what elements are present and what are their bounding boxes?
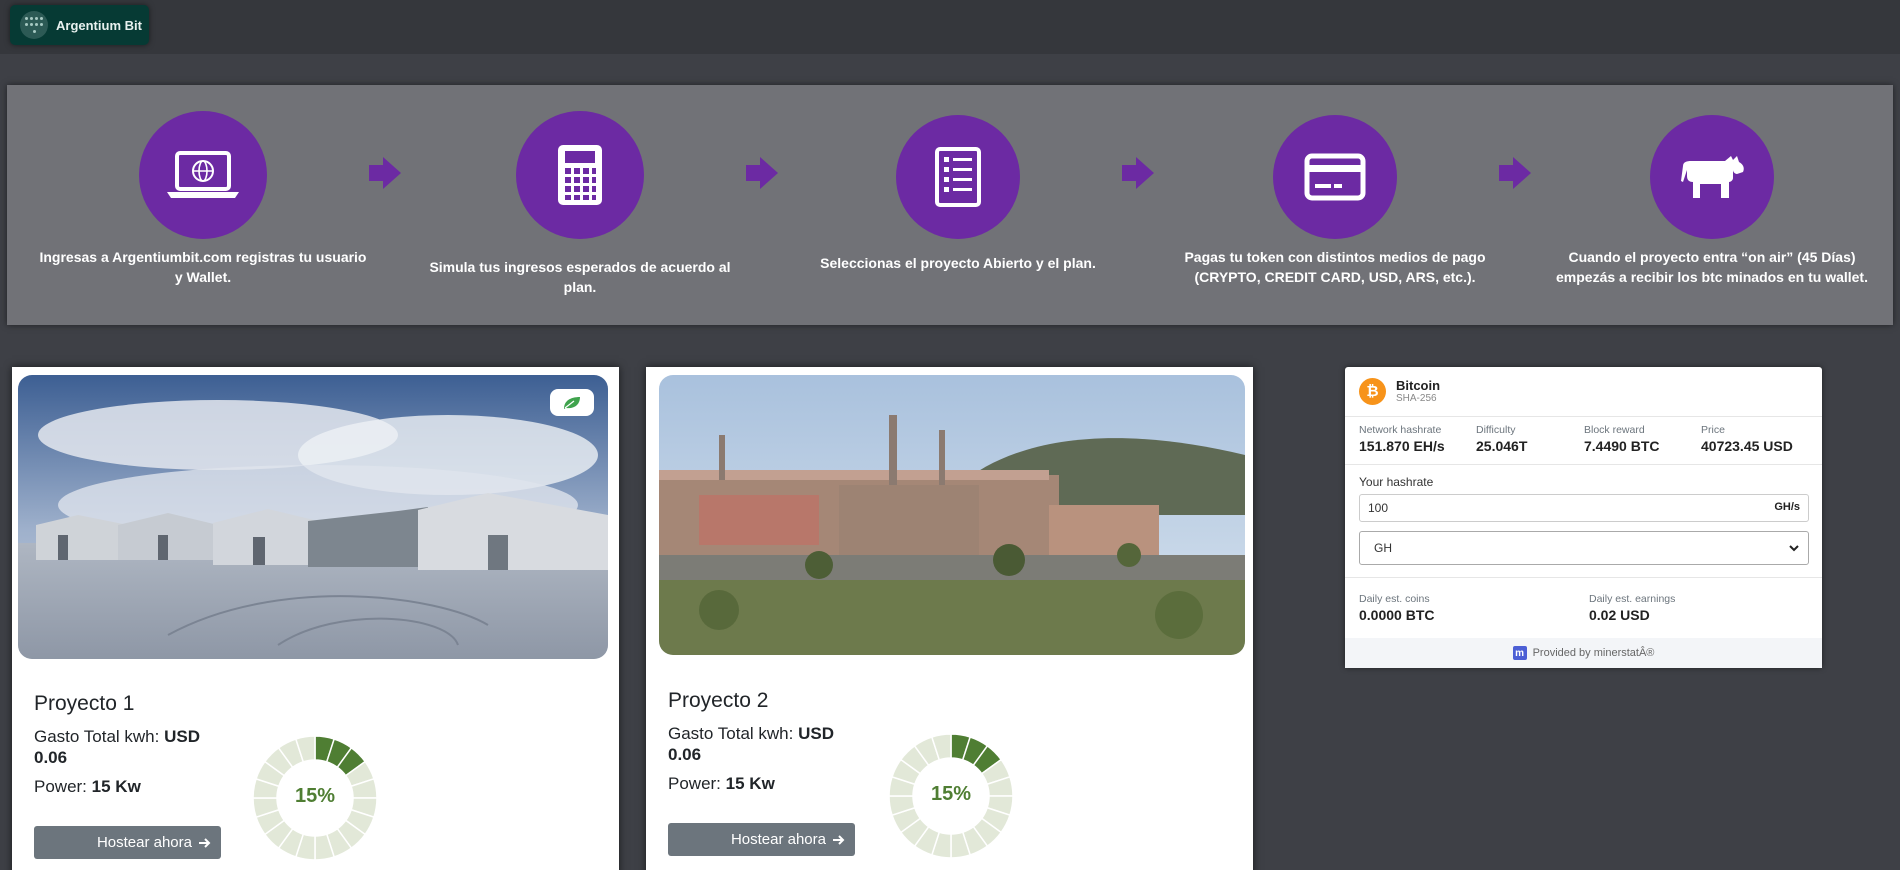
coin-algorithm: SHA-256 [1396,392,1437,404]
host-now-label: Hostear ahora [96,834,192,851]
step-5-text: Cuando el proyecto entra “on air” (45 Dí… [1556,249,1868,285]
hashrate-unit-select[interactable]: GH [1359,531,1809,565]
plant-photo [659,375,1245,655]
provider-text: Provided by minerstatÂ® [1532,647,1655,659]
step-3: Seleccionas el proyecto Abierto y el pla… [788,111,1128,273]
step-3-circle [896,115,1020,239]
brand-name: Argentium Bit [56,17,142,33]
arrow-right-icon [369,157,401,189]
project-2-title: Proyecto 2 [668,689,769,712]
power-label: Power: [34,777,87,796]
host-now-button[interactable]: Hostear ahora [34,826,221,859]
project-2-progress-donut: 15% [888,733,1014,859]
step-5-circle [1650,115,1774,239]
daily-coins-value: 0.0000 BTC [1359,607,1435,623]
project-card-2: Proyecto 2 Gasto Total kwh: USD 0.06 Pow… [646,367,1253,870]
coin-name: Bitcoin [1396,377,1441,393]
step-2: Simula tus ingresos esperados de acuerdo… [410,111,750,297]
project-2-cost: Gasto Total kwh: USD 0.06 [668,723,868,765]
progress-percent: 15% [930,783,972,805]
calculator-icon [558,145,602,205]
hashrate-unit: GH/s [1774,501,1800,513]
step-5: Cuando el proyecto entra “on air” (45 Dí… [1542,111,1882,287]
arrow-right-icon [1499,157,1531,189]
stat-label: Difficulty [1476,424,1516,436]
divider [1345,464,1822,465]
cost-label: Gasto Total kwh: [34,727,160,746]
stat-value: 7.4490 BTC [1584,438,1660,454]
network-stats: Network hashrate 151.870 EH/s Difficulty… [1359,424,1808,458]
step-1: Ingresas a Argentiumbit.com registras tu… [33,111,373,287]
stat-label: Block reward [1584,424,1645,436]
step-1-text: Ingresas a Argentiumbit.com registras tu… [39,249,367,285]
project-1-title: Proyecto 1 [34,692,135,715]
arrow-right-icon [833,834,845,845]
top-navbar: Argentium Bit [0,0,1900,54]
divider [1345,577,1822,578]
project-1-image [18,375,608,659]
progress-percent: 15% [294,785,336,807]
stat-value: 40723.45 USD [1701,438,1793,454]
daily-coins-label: Daily est. coins [1359,593,1430,605]
power-value: 15 Kw [725,774,775,793]
brand-logo[interactable]: Argentium Bit [10,5,149,45]
daily-earnings: Daily est. earnings 0.02 USD [1589,593,1675,623]
unit-select-value: GH [1374,541,1392,555]
how-it-works-steps: Ingresas a Argentiumbit.com registras tu… [7,85,1893,325]
hashrate-label: Your hashrate [1359,475,1434,489]
calculator-header: ₿ Bitcoin SHA-256 [1345,367,1822,417]
warehouse-photo [18,375,608,659]
stat-label: Price [1701,424,1725,436]
project-card-1: Proyecto 1 Gasto Total kwh: USD 0.06 Pow… [12,367,619,870]
stat-difficulty: Difficulty 25.046T [1476,424,1527,454]
step-2-circle [516,111,644,239]
step-4: Pagas tu token con distintos medios de p… [1165,111,1505,287]
project-1-progress-donut: 15% [252,735,378,861]
stat-value: 151.870 EH/s [1359,438,1445,454]
project-1-power: Power: 15 Kw [34,776,234,797]
daily-earnings-value: 0.02 USD [1589,607,1650,623]
coin-info: Bitcoin SHA-256 [1396,379,1440,405]
stat-label: Network hashrate [1359,424,1442,436]
mining-calculator-widget: ₿ Bitcoin SHA-256 Network hashrate 151.8… [1345,367,1822,668]
checklist-icon [935,147,981,207]
stat-network-hashrate: Network hashrate 151.870 EH/s [1359,424,1445,454]
stat-value: 25.046T [1476,438,1528,454]
hashrate-value: 100 [1368,501,1389,515]
step-2-text: Simula tus ingresos esperados de acuerdo… [429,259,731,295]
chevron-down-icon [1789,545,1799,552]
daily-earnings-label: Daily est. earnings [1589,593,1676,605]
power-value: 15 Kw [91,777,141,796]
power-label: Power: [668,774,721,793]
cost-label: Gasto Total kwh: [668,724,794,743]
minerstat-logo-icon: m [1512,646,1527,660]
step-4-circle [1273,115,1397,239]
stat-block-reward: Block reward 7.4490 BTC [1584,424,1659,454]
step-4-text: Pagas tu token con distintos medios de p… [1184,249,1486,285]
host-now-button[interactable]: Hostear ahora [668,823,855,856]
project-2-power: Power: 15 Kw [668,773,868,794]
host-now-label: Hostear ahora [730,831,826,848]
eco-badge [550,389,594,416]
arrow-right-icon [1122,157,1154,189]
step-1-circle [139,111,267,239]
step-3-text: Seleccionas el proyecto Abierto y el pla… [820,255,1096,271]
stat-price: Price 40723.45 USD [1701,424,1793,454]
cow-icon [1681,156,1744,198]
credit-card-icon [1304,153,1366,201]
hashrate-input[interactable]: 100 GH/s [1359,494,1809,522]
laptop-globe-icon [167,151,239,198]
arrow-right-icon [199,837,211,848]
brand-logo-mark [20,11,48,39]
leaf-icon [564,396,580,409]
project-2-image [659,375,1245,655]
project-1-cost: Gasto Total kwh: USD 0.06 [34,726,234,768]
daily-coins: Daily est. coins 0.0000 BTC [1359,593,1434,623]
provider-footer[interactable]: m Provided by minerstatÂ® [1345,638,1822,668]
bitcoin-icon: ₿ [1359,378,1386,405]
arrow-right-icon [746,157,778,189]
